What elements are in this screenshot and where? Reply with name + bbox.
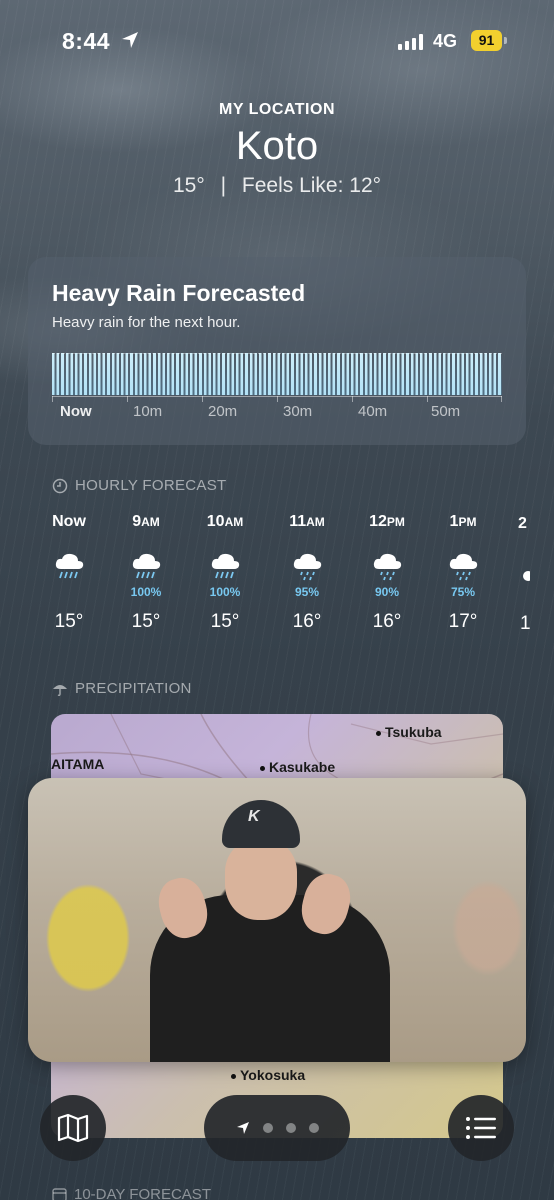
partial-hour-temp: 1 [520, 613, 531, 634]
separator: | [220, 174, 227, 197]
cellular-signal-icon [398, 34, 423, 50]
hour-label: 1PM [433, 510, 493, 534]
hour-value: Now [52, 513, 86, 530]
precip-chance: 75% [450, 585, 476, 599]
location-arrow-icon [122, 32, 138, 48]
axis-tick [427, 396, 428, 402]
hour-ampm: AM [141, 515, 160, 529]
hour-ampm: AM [306, 515, 325, 529]
hourly-item: 9AM 100% 15° [116, 510, 176, 633]
precip-chance: 100% [209, 585, 241, 599]
hour-temperature: 15° [54, 611, 84, 632]
location-label: MY LOCATION [218, 101, 335, 118]
hourly-item: Now 15° [39, 510, 99, 633]
map-label-saitama: AITAMA [51, 756, 105, 772]
precipitation-header: PRECIPITATION [52, 680, 192, 697]
axis-label-50m: 50m [431, 403, 461, 420]
locations-list-button[interactable] [448, 1095, 514, 1161]
cap-logo: K [248, 808, 260, 825]
axis-label-30m: 30m [283, 403, 313, 420]
axis-label-10m: 10m [133, 403, 163, 420]
hour-label: 10AM [195, 510, 255, 534]
page-dot[interactable] [285, 1123, 296, 1133]
clock-icon [52, 478, 68, 493]
map-button[interactable] [40, 1095, 106, 1161]
page-dot[interactable] [262, 1123, 273, 1133]
status-bar: 8:44 4G 91 [0, 0, 554, 80]
precip-chance: 95% [294, 585, 320, 599]
precipitation-bar-chart [52, 353, 502, 395]
alert-title: Heavy Rain Forecasted [52, 280, 306, 306]
rain-alert-card[interactable]: Heavy Rain Forecasted Heavy rain for the… [28, 257, 526, 445]
rain-cloud-icon [195, 549, 255, 585]
axis-tick [52, 396, 53, 402]
hour-value: 10 [206, 513, 225, 530]
map-label-yokosuka: Yokosuka [231, 1067, 305, 1083]
temperature-summary: 15° | Feels Like: 12° [0, 174, 554, 198]
axis-label-now: Now [60, 403, 92, 420]
ten-day-forecast-title: 10-DAY FORECAST [74, 1186, 211, 1200]
hour-label: Now [39, 510, 99, 534]
drizzle-cloud-icon [277, 549, 337, 585]
axis-tick [277, 396, 278, 402]
hour-label: 9AM [116, 510, 176, 534]
hourly-item: 1PM 75% 17° [433, 510, 493, 633]
drizzle-cloud-icon [357, 549, 417, 585]
map-label-kasukabe: Kasukabe [260, 759, 335, 775]
partial-rain-cloud-icon [523, 571, 530, 581]
axis-tick [127, 396, 128, 402]
hour-value: 12 [369, 513, 387, 530]
precip-chance: 90% [374, 585, 400, 599]
map-icon [57, 1113, 89, 1143]
ten-day-forecast-header: 10-DAY FORECAST [52, 1186, 211, 1200]
hour-temperature: 16° [372, 611, 402, 632]
axis-tick [501, 396, 502, 402]
hourly-item: 12PM 90% 16° [357, 510, 417, 633]
axis-tick [352, 396, 353, 402]
rain-cloud-icon [39, 549, 99, 585]
feels-like: Feels Like: 12° [241, 174, 382, 197]
hour-temperature: 17° [448, 611, 478, 632]
hour-temperature: 15° [210, 611, 240, 632]
location-pager[interactable] [204, 1095, 350, 1161]
precipitation-title: PRECIPITATION [75, 680, 192, 697]
hour-ampm: AM [224, 515, 244, 529]
calendar-icon [52, 1188, 67, 1200]
hourly-forecast-title: HOURLY FORECAST [75, 477, 227, 494]
alert-subtitle: Heavy rain for the next hour. [52, 314, 241, 331]
axis-label-20m: 20m [208, 403, 238, 420]
hourly-item: 11AM 95% 16° [277, 510, 337, 633]
hour-label: 11AM [277, 510, 337, 534]
hourly-forecast-header: HOURLY FORECAST [52, 477, 226, 494]
page-dot[interactable] [308, 1123, 319, 1133]
current-temperature: 15° [172, 174, 205, 197]
partial-hour-label: 2 [518, 515, 527, 532]
drizzle-cloud-icon [433, 549, 493, 585]
axis-tick [202, 396, 203, 402]
hour-value: 11 [289, 513, 307, 530]
hour-value: 9 [132, 513, 142, 530]
hourly-item: 10AM 100% 15° [195, 510, 255, 633]
city-name: Koto [235, 124, 319, 168]
list-icon [466, 1117, 496, 1139]
rain-cloud-icon [116, 549, 176, 585]
precip-chance [39, 585, 99, 601]
status-time: 8:44 [62, 28, 111, 54]
axis-label-40m: 40m [358, 403, 388, 420]
hour-temperature: 15° [131, 611, 161, 632]
hour-label: 12PM [357, 510, 417, 534]
hour-ampm: PM [458, 515, 477, 529]
map-label-tsukuba: Tsukuba [376, 724, 442, 740]
battery-indicator: 91 [471, 30, 502, 51]
video-person-face [225, 840, 297, 920]
hour-ampm: PM [386, 515, 405, 529]
location-arrow-icon [236, 1122, 249, 1134]
precip-chance: 100% [130, 585, 162, 599]
umbrella-icon [53, 684, 67, 696]
battery-tip [504, 37, 507, 44]
hour-temperature: 16° [292, 611, 322, 632]
network-type: 4G [433, 31, 458, 51]
